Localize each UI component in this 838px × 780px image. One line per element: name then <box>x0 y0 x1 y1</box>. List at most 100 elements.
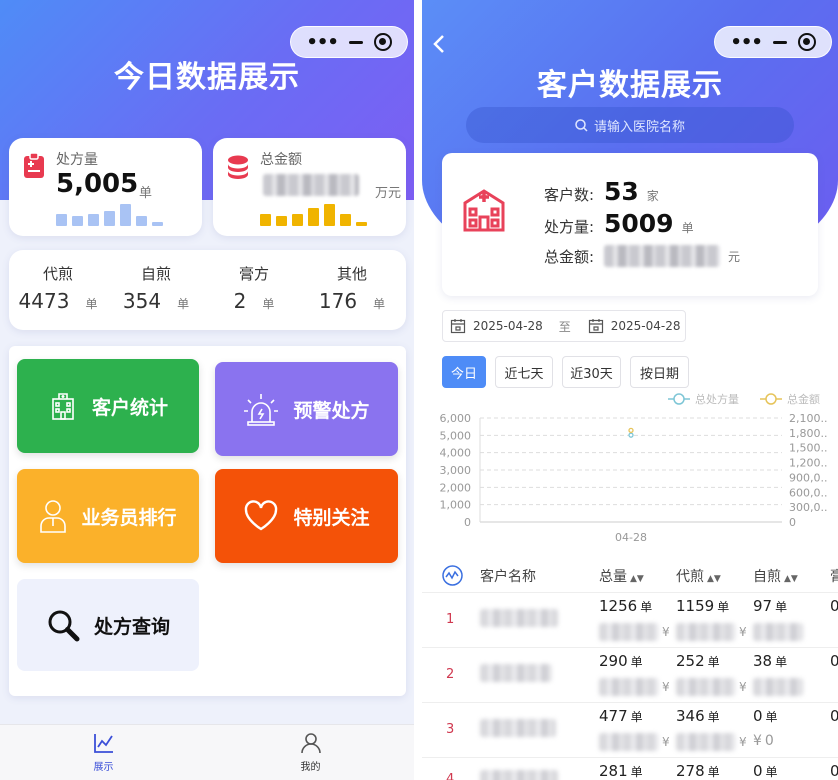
customer-stats-button[interactable]: 客户统计 <box>17 359 199 453</box>
prescription-query-label: 处方查询 <box>93 615 170 638</box>
prescriptions-mini-bar <box>136 216 147 226</box>
date-start[interactable]: 2025-04-28 <box>473 319 543 333</box>
more-value: 0 <box>830 762 838 780</box>
amount-mini-bar <box>292 214 303 226</box>
daijian-value: 346 <box>676 707 705 725</box>
sort-icon: ▲▼ <box>784 574 798 584</box>
prescriptions-mini-bar <box>72 216 83 226</box>
prescriptions-label: 处方量 <box>56 152 98 168</box>
tab-display-label: 展示 <box>93 762 114 773</box>
amount-card[interactable]: 总金额 万元 <box>213 138 406 236</box>
warning-prescription-label: 预警处方 <box>293 399 370 422</box>
column-daijian[interactable]: 代煎 ▲▼ <box>676 566 721 586</box>
hospital-search-input[interactable]: 请输入医院名称 <box>466 107 794 143</box>
row-index: 1 <box>446 612 455 627</box>
table-header: 客户名称 总量 ▲▼ 代煎 ▲▼ 自煎 ▲▼ 膏 <box>422 557 838 593</box>
filter-30days-button[interactable]: 近30天 <box>562 356 621 388</box>
minimize-icon[interactable] <box>348 40 363 44</box>
unit: 单 <box>765 765 778 779</box>
currency: ¥ <box>739 680 747 694</box>
type-unit: 单 <box>85 297 98 311</box>
legend-label: 总金额 <box>787 392 820 406</box>
customer-count-label: 客户数: <box>544 186 595 204</box>
type-unit: 单 <box>262 297 275 311</box>
prescription-count-unit: 单 <box>681 221 694 235</box>
prescription-query-button[interactable]: 处方查询 <box>17 579 199 671</box>
type-gaofang[interactable]: 膏方 2 单 <box>205 263 303 313</box>
hospital-icon <box>463 189 505 232</box>
table-row[interactable]: 4 281 单 278 单 0单 0 <box>422 758 838 780</box>
x-tick-label: 04-28 <box>615 531 647 544</box>
type-label: 膏方 <box>238 265 269 283</box>
more-icon[interactable]: ••• <box>730 32 763 53</box>
more-icon[interactable]: ••• <box>306 32 339 53</box>
screen-today-data: 今日数据展示 ••• 处方量 5,005 单 总金额 万元 代煎 4473 单 … <box>0 0 414 780</box>
minimize-icon[interactable] <box>772 40 787 44</box>
type-breakdown-card: 代煎 4473 单 自煎 354 单 膏方 2 单 其他 176 单 <box>9 250 406 330</box>
amount-mini-bar <box>260 214 271 226</box>
column-zijian[interactable]: 自煎 ▲▼ <box>753 566 798 586</box>
type-label: 代煎 <box>42 265 73 283</box>
more-value: 0 <box>830 707 838 725</box>
more-value: 0 <box>830 652 838 670</box>
amount-mini-bar <box>356 222 367 226</box>
type-daijian[interactable]: 代煎 4473 单 <box>9 263 107 313</box>
customer-name-redacted <box>480 719 556 737</box>
zijian-value: 0 <box>753 762 763 780</box>
tab-display[interactable]: 展示 <box>0 725 207 780</box>
y-right-tick-label: 900,0.. <box>789 471 827 484</box>
table-row[interactable]: 2 290 单 252 单 38 单 0 ¥ ¥ <box>422 648 838 703</box>
type-value: 176 <box>318 289 358 313</box>
prescriptions-mini-bar <box>104 211 115 226</box>
prescriptions-mini-bar <box>152 222 163 226</box>
type-zijian[interactable]: 自煎 354 单 <box>107 263 205 313</box>
y-right-tick-label: 2,100.. <box>789 412 827 425</box>
unit: 单 <box>707 710 720 724</box>
currency: ¥ <box>662 625 670 639</box>
tab-mine-label: 我的 <box>300 762 321 773</box>
amount-mini-bar <box>308 208 319 226</box>
special-attention-button[interactable]: 特别关注 <box>215 469 398 563</box>
close-target-icon[interactable] <box>797 33 816 51</box>
y-right-tick-label: 1,500.. <box>789 442 827 455</box>
warning-prescription-button[interactable]: 预警处方 <box>215 362 398 456</box>
date-separator: 至 <box>558 319 571 334</box>
salesman-ranking-button[interactable]: 业务员排行 <box>17 469 199 563</box>
unit: 单 <box>765 710 778 724</box>
filter-by-date-button[interactable]: 按日期 <box>630 356 689 388</box>
table-row[interactable]: 1 1256 单 1159 单 97 单 0 ¥ ¥ <box>422 593 838 648</box>
page-title: 客户数据展示 <box>537 68 723 103</box>
back-icon[interactable] <box>432 34 446 54</box>
date-range-picker[interactable]: 2025-04-28 至 2025-04-28 <box>442 310 686 342</box>
column-total[interactable]: 总量 ▲▼ <box>599 566 644 586</box>
prescriptions-mini-bar <box>120 204 131 226</box>
y-right-tick-label: 300,0.. <box>789 501 827 514</box>
search-icon <box>575 118 588 132</box>
sort-icon: ▲▼ <box>630 574 644 584</box>
search-placeholder: 请输入医院名称 <box>593 119 685 135</box>
close-target-icon[interactable] <box>373 33 392 51</box>
prescriptions-card[interactable]: 处方量 5,005 单 <box>9 138 202 236</box>
currency: ¥ <box>662 680 670 694</box>
y-left-tick-label: 0 <box>464 516 471 529</box>
type-unit: 单 <box>373 297 386 311</box>
prescription-count-row: 处方量: 5009 单 <box>544 209 694 238</box>
filter-7days-button[interactable]: 近七天 <box>495 356 553 388</box>
customer-stats-label: 客户统计 <box>91 396 168 419</box>
amount-mini-chart <box>260 204 367 226</box>
customer-name-redacted <box>480 664 552 682</box>
date-end[interactable]: 2025-04-28 <box>611 319 681 333</box>
table-row[interactable]: 3 477 单 346 单 0单 0 ¥ ¥ ¥0 <box>422 703 838 758</box>
zijian-value: 97 <box>753 597 773 615</box>
clipboard-icon <box>24 153 44 178</box>
tab-mine[interactable]: 我的 <box>207 725 414 780</box>
filter-today-button[interactable]: 今日 <box>442 356 486 388</box>
prescription-count-value: 5009 <box>604 209 674 238</box>
prescriptions-unit: 单 <box>139 186 153 201</box>
customer-count-row: 客户数: 53 家 <box>544 177 659 206</box>
amount-unit: 元 <box>728 249 741 264</box>
currency: ¥ <box>739 735 747 749</box>
type-other[interactable]: 其他 176 单 <box>303 263 401 313</box>
daijian-value: 1159 <box>676 597 715 615</box>
amount-value-redacted <box>604 245 720 267</box>
